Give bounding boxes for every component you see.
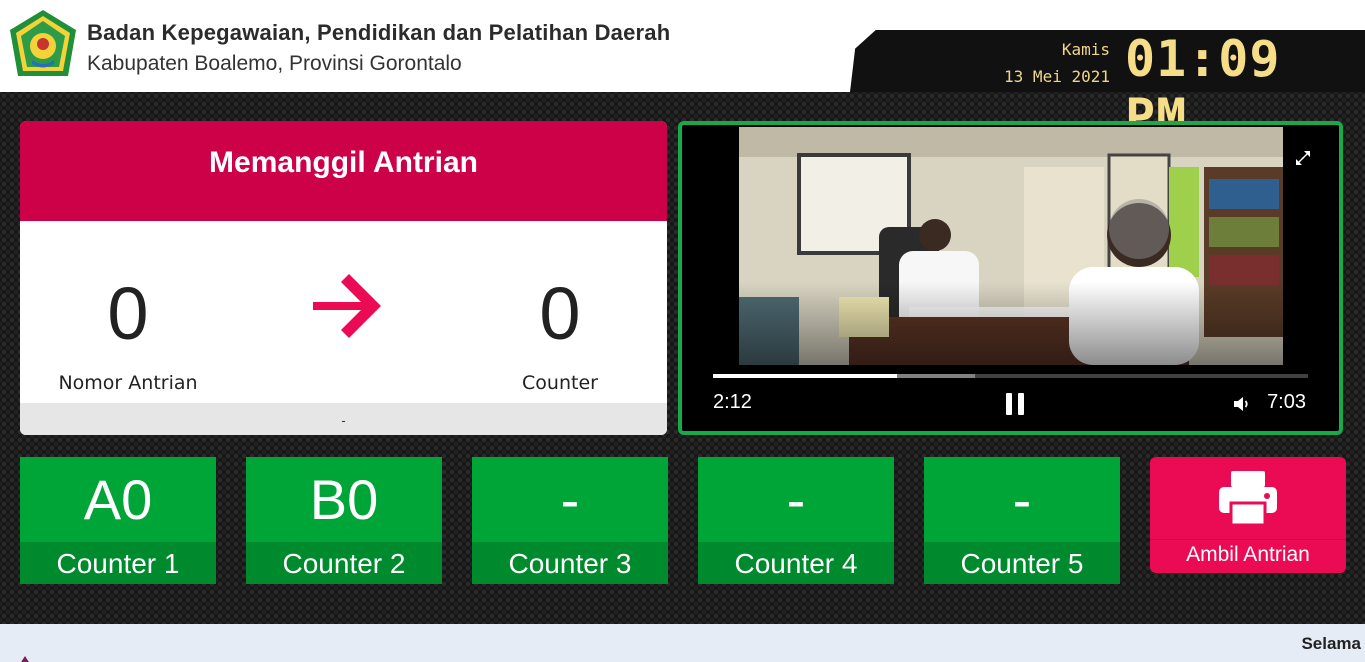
arrow-right-icon [313,274,381,338]
video-progress-fill [713,374,898,378]
counter-code: - [1012,468,1032,531]
counter-tile-1: A0 Counter 1 [20,457,216,584]
counter-name: Counter 1 [20,542,216,584]
counter-label: Counter [522,372,598,394]
counter-code: A0 [83,468,153,531]
volume-icon[interactable] [1232,394,1252,414]
counter-name: Counter 2 [246,542,442,584]
video-frame-image [739,127,1283,365]
regency-emblem-icon [10,10,76,76]
org-title: Badan Kepegawaian, Pendidikan dan Pelati… [87,20,671,45]
counter-tile-3: - Counter 3 [472,457,668,584]
counter-tile-4: - Counter 4 [698,457,894,584]
video-progress-bar[interactable] [713,374,1308,378]
running-text-bar: Selama [0,624,1365,662]
video-duration: 7:03 [1267,391,1306,413]
printer-icon [1219,471,1277,527]
counter-name: Counter 3 [472,542,668,584]
counter-code: B0 [309,468,379,531]
counter-name: Counter 5 [924,542,1120,584]
running-text: Selama [1301,634,1361,653]
take-ticket-label: Ambil Antrian [1186,543,1310,566]
calling-footer: - [20,403,667,435]
video-player[interactable]: 2:12 7:03 [678,121,1343,435]
emblem-icon [21,656,29,662]
video-current-time: 2:12 [713,391,752,413]
queue-number-label: Nomor Antrian [58,372,198,394]
fullscreen-icon[interactable] [1294,149,1312,167]
queue-number: 0 [107,272,149,355]
counter-name: Counter 4 [698,542,894,584]
counter-code: - [786,468,806,531]
org-subtitle: Kabupaten Boalemo, Provinsi Gorontalo [87,52,462,75]
clock-day: Kamis [1061,40,1110,59]
calling-title: Memanggil Antrian [20,121,667,221]
ticket-divider [1150,539,1346,540]
clock-date: 13 Mei 2021 [1004,67,1110,86]
pause-icon[interactable] [1004,393,1026,415]
counter-tile-5: - Counter 5 [924,457,1120,584]
calling-card: Memanggil Antrian 0 0 Nomor Antrian Coun… [20,121,667,435]
counter-tile-2: B0 Counter 2 [246,457,442,584]
counter-number: 0 [539,272,581,355]
counter-code: - [560,468,580,531]
take-ticket-button[interactable]: Ambil Antrian [1150,457,1346,573]
